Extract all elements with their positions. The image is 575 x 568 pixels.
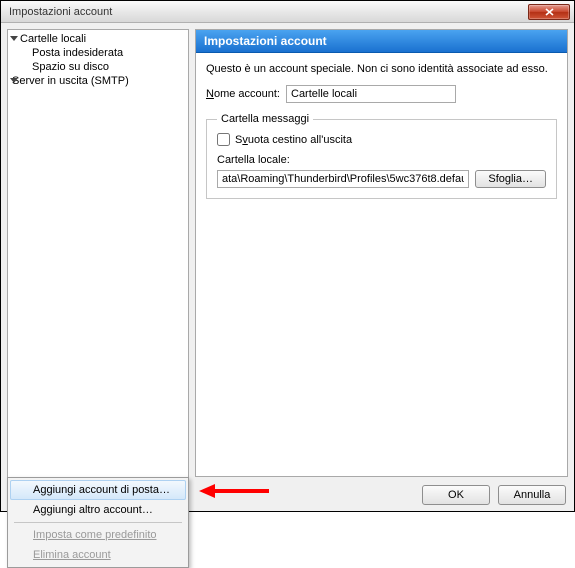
- menu-add-other-account[interactable]: Aggiungi altro account…: [10, 500, 186, 520]
- tree-item-junk[interactable]: Posta indesiderata: [8, 46, 188, 60]
- panel-body: Questo è un account speciale. Non ci son…: [196, 53, 567, 209]
- account-settings-dialog: Impostazioni account Cartelle locali Pos…: [0, 0, 575, 512]
- tree-root-local-folders[interactable]: Cartelle locali: [8, 32, 188, 46]
- empty-trash-checkbox[interactable]: [217, 133, 230, 146]
- empty-trash-row: Svuota cestino all'uscita: [217, 133, 546, 146]
- fieldset-legend: Cartella messaggi: [217, 113, 313, 125]
- browse-button[interactable]: Sfoglia…: [475, 170, 546, 188]
- window-title: Impostazioni account: [9, 6, 112, 18]
- account-tree[interactable]: Cartelle locali Posta indesiderata Spazi…: [7, 29, 189, 479]
- menu-add-mail-account[interactable]: Aggiungi account di posta…: [10, 480, 186, 500]
- right-column: Impostazioni account Questo è un account…: [195, 29, 568, 505]
- tree-item-disk-space[interactable]: Spazio su disco: [8, 60, 188, 74]
- empty-trash-label: Svuota cestino all'uscita: [235, 134, 352, 146]
- account-name-input[interactable]: [286, 85, 456, 103]
- settings-panel: Impostazioni account Questo è un account…: [195, 29, 568, 477]
- ok-button[interactable]: OK: [422, 485, 490, 505]
- tree-item-smtp[interactable]: Server in uscita (SMTP): [8, 74, 188, 88]
- dialog-footer: OK Annulla: [195, 477, 568, 505]
- menu-separator: [14, 522, 182, 523]
- close-icon: [545, 8, 554, 16]
- menu-delete-account: Elimina account: [10, 545, 186, 565]
- message-folder-fieldset: Cartella messaggi Svuota cestino all'usc…: [206, 113, 557, 199]
- account-name-label: Nome account:: [206, 88, 280, 100]
- local-folder-label: Cartella locale:: [217, 154, 546, 166]
- panel-description: Questo è un account speciale. Non ci son…: [206, 63, 557, 75]
- panel-header: Impostazioni account: [196, 30, 567, 53]
- titlebar: Impostazioni account: [1, 1, 574, 23]
- account-actions-menu: Aggiungi account di posta… Aggiungi altr…: [7, 477, 189, 568]
- account-name-row: Nome account:: [206, 85, 557, 103]
- cancel-button[interactable]: Annulla: [498, 485, 566, 505]
- close-button[interactable]: [528, 4, 570, 20]
- menu-set-default: Imposta come predefinito: [10, 525, 186, 545]
- local-folder-input[interactable]: [217, 170, 469, 188]
- local-folder-row: Sfoglia…: [217, 170, 546, 188]
- left-column: Cartelle locali Posta indesiderata Spazi…: [7, 29, 189, 505]
